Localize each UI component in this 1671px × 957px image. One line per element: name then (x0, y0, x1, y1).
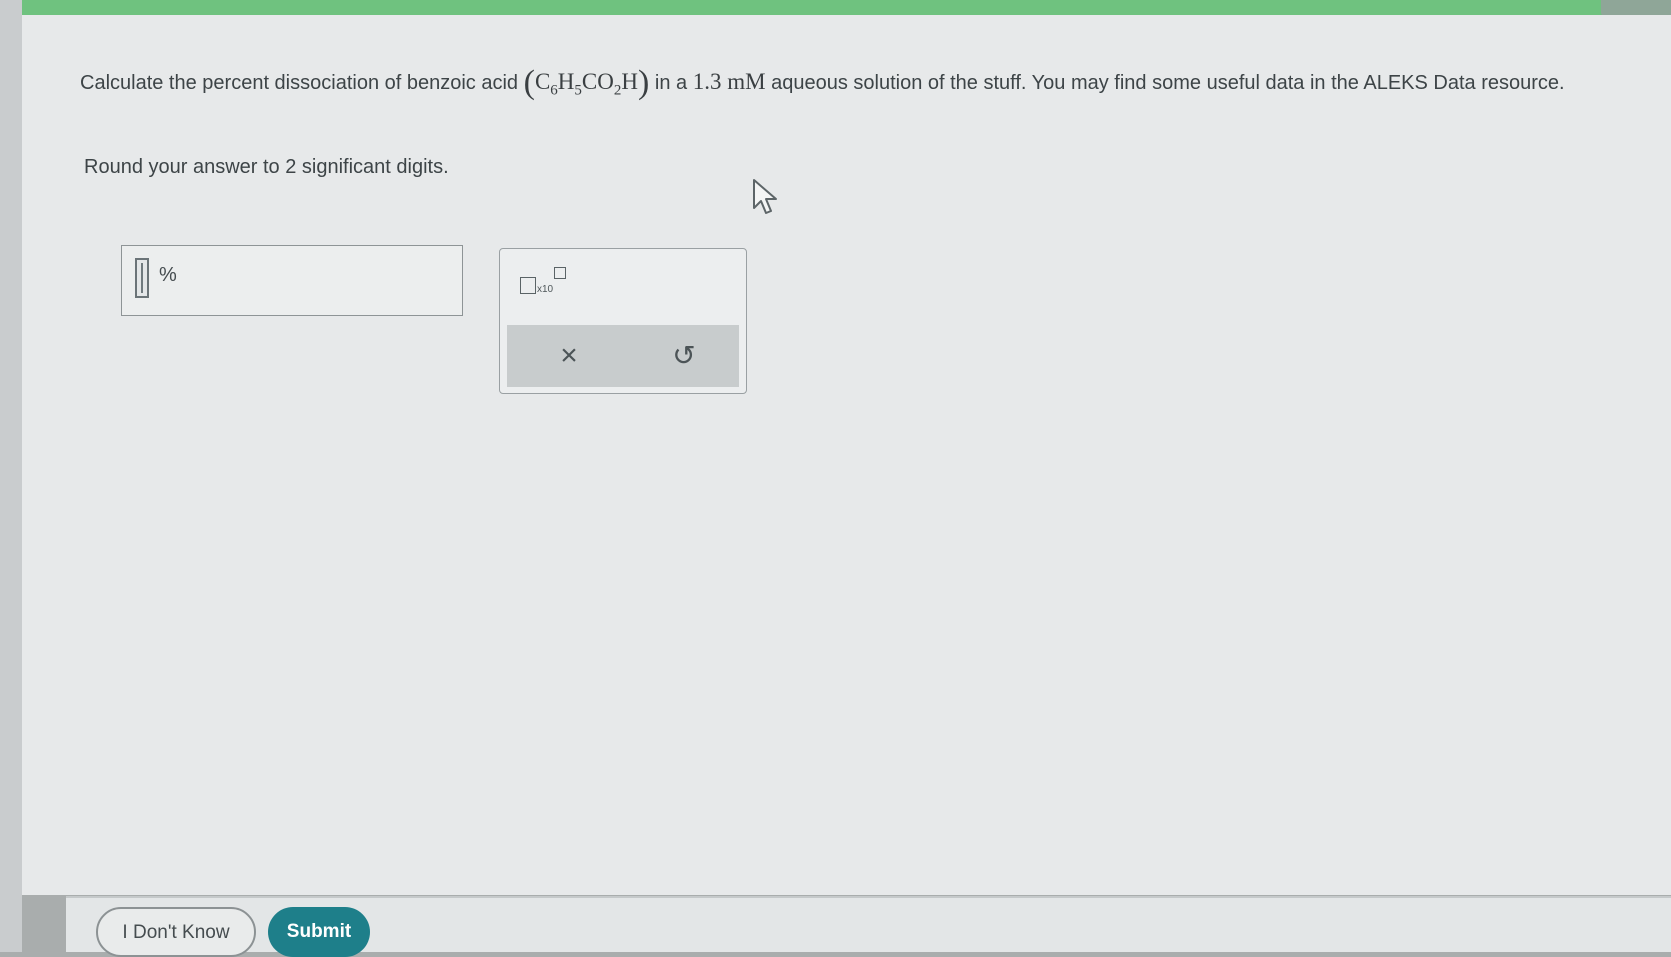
concentration-value: 1.3 mM (692, 69, 766, 94)
mouse-pointer-icon (753, 179, 777, 214)
question-mid: in a (654, 72, 688, 94)
percent-unit: % (159, 264, 177, 286)
rounding-instruction: Round your answer to 2 significant digit… (84, 156, 449, 178)
left-edge (0, 0, 22, 952)
exponent-box-icon (554, 267, 566, 279)
submit-button[interactable]: Submit (268, 907, 370, 957)
answer-input[interactable]: % (121, 245, 463, 316)
question-text: Calculate the percent dissociation of be… (80, 64, 1620, 109)
undo-button[interactable]: ↺ (662, 335, 706, 377)
keypad-action-row: × ↺ (507, 325, 739, 387)
input-cursor-box[interactable] (135, 258, 149, 298)
x10-label: x10 (537, 284, 554, 295)
scientific-notation-button[interactable]: x10 (520, 267, 570, 301)
math-keypad: x10 × ↺ (499, 248, 747, 394)
question-rest: aqueous solution of the stuff. You may f… (771, 72, 1565, 94)
question-panel (22, 15, 1671, 895)
question-intro: Calculate the percent dissociation of be… (80, 72, 519, 94)
dont-know-button[interactable]: I Don't Know (96, 907, 256, 957)
base-box-icon (520, 277, 536, 294)
clear-button[interactable]: × (547, 335, 591, 377)
chemical-formula: (C6H5CO2H) (523, 64, 650, 101)
